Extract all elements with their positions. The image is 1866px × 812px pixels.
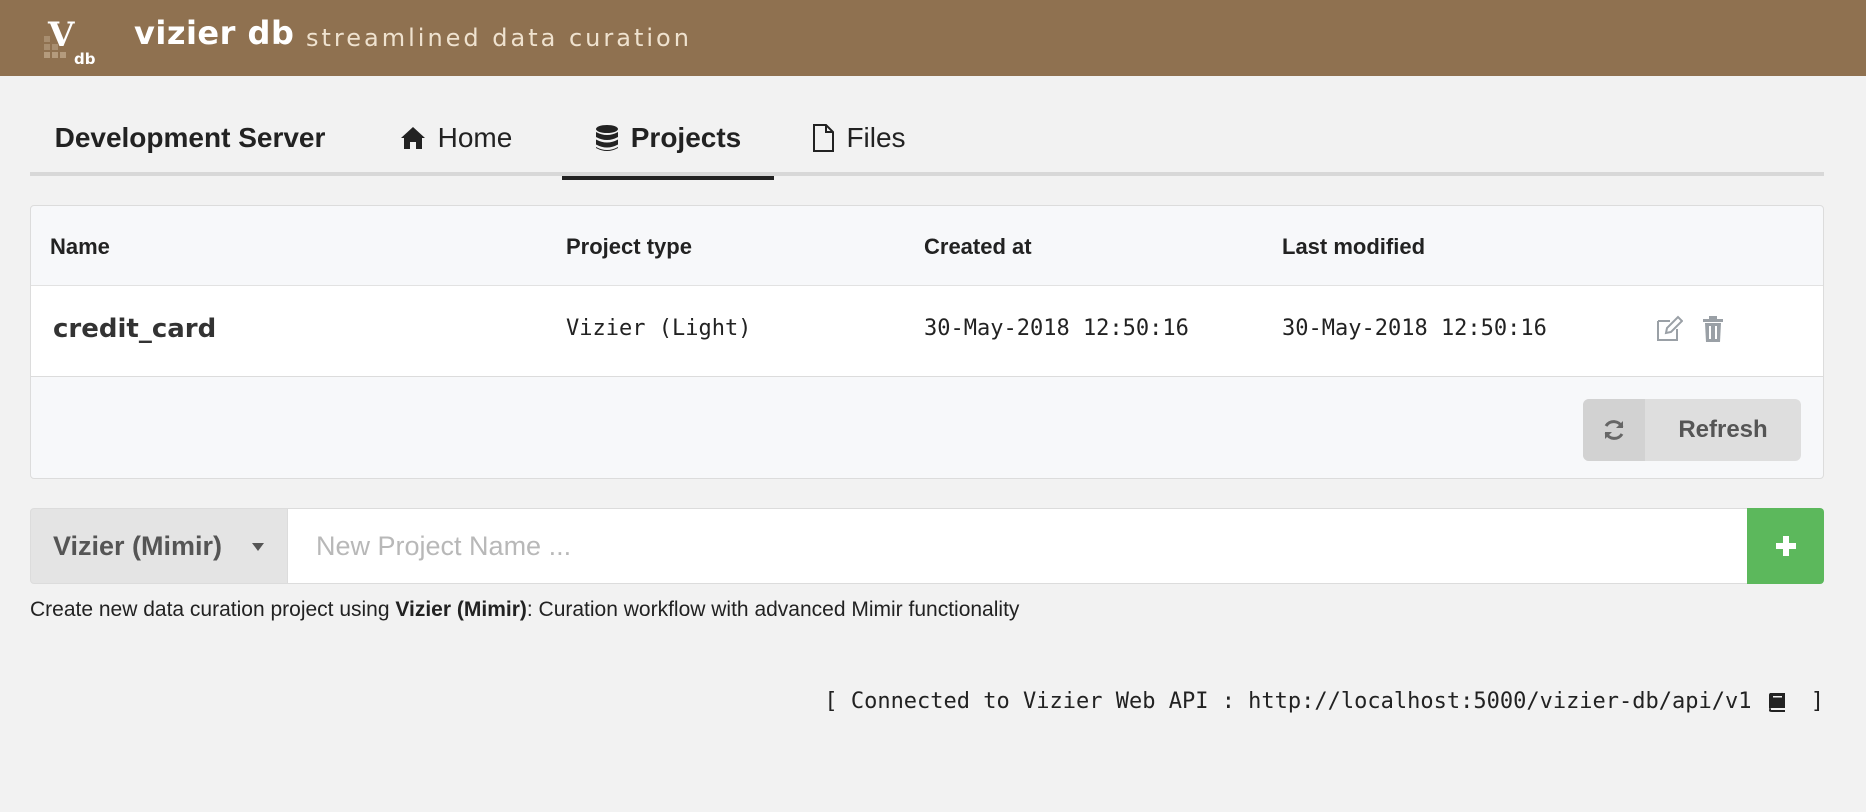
table-row[interactable]: credit_card Vizier (Light) 30-May-2018 1… (31, 286, 1823, 377)
home-icon (400, 126, 426, 150)
hint-suffix: : Curation workflow with advanced Mimir … (526, 598, 1020, 621)
vizier-logo[interactable]: V db (44, 12, 102, 66)
main-nav-tabs: Development Server Home Projects Files (30, 100, 1824, 180)
table-header: Name Project type Created at Last modifi… (31, 206, 1823, 286)
project-type-description: Create new data curation project using V… (30, 598, 1019, 622)
panel-footer: Refresh (31, 377, 1823, 480)
server-label: Development Server (30, 100, 350, 176)
footer-close-bracket: ] (1797, 689, 1824, 714)
tab-projects-label: Projects (630, 122, 742, 153)
project-type: Vizier (Light) (566, 316, 752, 341)
tab-projects[interactable]: Projects (562, 100, 774, 180)
tab-files-label: Files (846, 122, 906, 153)
hint-type-name: Vizier (Mimir) (395, 598, 527, 621)
project-type-selected: Vizier (Mimir) (53, 530, 223, 561)
caret-down-icon (252, 543, 264, 551)
refresh-button[interactable]: Refresh (1583, 399, 1801, 461)
new-project-name-input[interactable] (288, 508, 1748, 584)
tab-files[interactable]: Files (774, 100, 944, 176)
edit-project-button[interactable] (1654, 314, 1684, 344)
edit-icon (1657, 315, 1683, 341)
file-icon (812, 124, 835, 152)
tab-home-label: Home (437, 122, 513, 153)
tab-home[interactable]: Home (350, 100, 562, 176)
hint-prefix: Create new data curation project using (30, 598, 396, 621)
project-created-at: 30-May-2018 12:50:16 (924, 316, 1189, 341)
new-project-form: Vizier (Mimir) (30, 508, 1824, 584)
project-last-modified: 30-May-2018 12:50:16 (1282, 316, 1547, 341)
top-header: V db vizier db streamlined data curation (0, 0, 1866, 76)
server-label-text: Development Server (54, 122, 326, 153)
project-name-link[interactable]: credit_card (53, 314, 216, 344)
app-name: vizier db (134, 14, 295, 52)
api-connection-text: Connected to Vizier Web API : http://loc… (850, 689, 1752, 714)
col-header-name: Name (50, 234, 110, 259)
col-header-created: Created at (924, 234, 1032, 259)
plus-icon (1775, 536, 1796, 556)
project-type-dropdown[interactable]: Vizier (Mimir) (30, 508, 288, 584)
logo-letter: V (47, 15, 75, 55)
footer-open-bracket: [ (824, 689, 851, 714)
refresh-button-label: Refresh (1678, 416, 1768, 443)
app-tagline: streamlined data curation (306, 24, 692, 52)
database-icon (595, 124, 619, 152)
col-header-modified: Last modified (1282, 234, 1426, 259)
logo-sub: db (74, 50, 96, 66)
col-header-type: Project type (566, 234, 692, 259)
api-connection-status: [ Connected to Vizier Web API : http://l… (824, 689, 1824, 714)
book-icon[interactable] (1766, 691, 1788, 713)
trash-icon (1703, 316, 1723, 342)
refresh-icon (1583, 399, 1645, 461)
delete-project-button[interactable] (1698, 314, 1728, 344)
projects-panel: Name Project type Created at Last modifi… (30, 205, 1824, 479)
add-project-button[interactable] (1747, 508, 1824, 584)
